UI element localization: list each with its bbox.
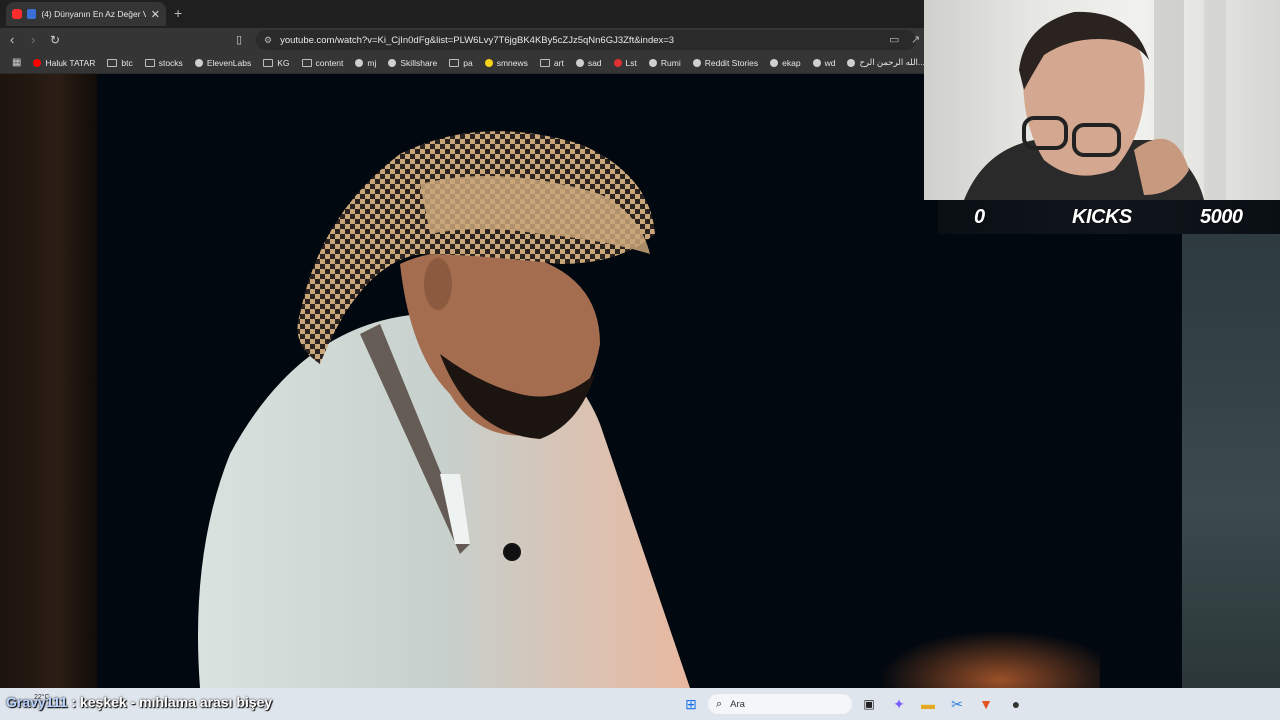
chat-text: keşkek - mıhlama arası bişey (79, 694, 273, 710)
bookmark-label: ElevenLabs (206, 57, 252, 68)
webcam-feed (924, 0, 1280, 200)
bookmark-label: stocks (158, 57, 183, 68)
kicks-label: KICKS (1072, 205, 1132, 228)
bookmarks-bar: ▦ Haluk TATAR btc stocks ElevenLabs KG conten… (0, 52, 924, 74)
doc-icon (847, 58, 856, 67)
chat-message: Gravy111 : keşkek - mıhlama arası bişey (6, 694, 272, 710)
bookmark-label: pa (463, 57, 473, 68)
snipping-tool-icon[interactable]: ✂ (948, 695, 966, 713)
bookmark-label: KG (277, 57, 290, 68)
stream-screen: (4) Dünyanın En Az Değer Ver ✕ + ‹ › ↻ ▯… (0, 0, 1280, 720)
wordpress-icon (812, 58, 821, 67)
youtube-icon (33, 58, 42, 67)
bookmark-item[interactable]: KG (257, 58, 295, 68)
reload-button[interactable]: ↻ (50, 32, 60, 48)
browser-tab[interactable]: (4) Dünyanın En Az Değer Ver ✕ (6, 2, 166, 26)
chat-username: Gravy111 (6, 694, 68, 710)
bookmark-label: wd (824, 57, 836, 68)
bookmark-item[interactable]: Skillshare (382, 58, 443, 68)
apps-icon[interactable]: ▦ (6, 57, 27, 68)
task-view-icon[interactable]: ▣ (860, 695, 878, 713)
bookmark-label: الله الرحمن الرح... (859, 57, 924, 67)
file-explorer-icon[interactable]: ▬ (919, 695, 937, 713)
bookmark-label: content (315, 57, 344, 68)
background-wall (1182, 234, 1280, 688)
audio-icon (26, 9, 37, 19)
bookmark-item[interactable]: ekap (764, 58, 806, 68)
globe-icon (648, 58, 657, 67)
back-button[interactable]: ‹ (10, 32, 14, 48)
smiley-icon (484, 58, 493, 67)
s-icon (613, 58, 622, 67)
bookmark-label: ekap (782, 57, 801, 68)
reddit-icon (692, 58, 701, 67)
bookmark-label: art (553, 57, 564, 68)
bookmark-item[interactable]: pa (443, 58, 478, 68)
copilot-icon[interactable]: ✦ (890, 695, 908, 713)
folder-icon (539, 58, 550, 67)
bookmark-item[interactable]: Lst (608, 58, 643, 68)
bookmark-icon[interactable]: ▯ (236, 32, 242, 48)
folder-icon (301, 58, 312, 67)
slash-icon (575, 58, 584, 67)
new-tab-button[interactable]: + (174, 5, 182, 21)
tab-title: (4) Dünyanın En Az Değer Ver (41, 9, 146, 19)
folder-icon (144, 58, 155, 67)
close-icon[interactable]: ✕ (151, 8, 160, 21)
bookmark-item[interactable]: content (296, 58, 350, 68)
folder-icon (449, 58, 460, 67)
bookmark-item[interactable]: art (534, 58, 570, 68)
folder-icon (263, 58, 274, 67)
bookmark-item[interactable]: btc (101, 58, 138, 68)
chat-separator: : (67, 694, 80, 710)
browser-toolbar: ‹ › ↻ ▯ ⚙ youtube.com/watch?v=Ki_CjIn0dF… (0, 28, 924, 52)
bookmark-item[interactable]: stocks (139, 58, 189, 68)
bookmark-label: Rumi (660, 57, 681, 68)
bookmark-label: btc (121, 57, 133, 68)
bookmark-item[interactable]: Rumi (643, 58, 687, 68)
bookmark-label: Reddit Stories (704, 57, 759, 68)
bookmark-item[interactable]: wd (807, 58, 842, 68)
windows-start-icon[interactable]: ⊞ (682, 695, 700, 713)
forward-button[interactable]: › (31, 32, 35, 48)
search-placeholder: Ara (730, 698, 745, 710)
elevenlabs-icon (194, 58, 203, 67)
bookmark-label: Haluk TATAR (45, 57, 96, 68)
address-bar[interactable]: ⚙ youtube.com/watch?v=Ki_CjIn0dFg&list=P… (256, 30, 916, 50)
bookmark-label: Skillshare (400, 57, 438, 68)
bookmark-label: Lst (625, 57, 637, 68)
share-icon[interactable]: ↗ (911, 33, 920, 46)
browser-tab-bar: (4) Dünyanın En Az Değer Ver ✕ + (0, 0, 924, 28)
bookmark-item[interactable]: smnews (479, 58, 534, 68)
bookmark-label: sad (587, 57, 602, 68)
kicks-left-value: 0 (974, 205, 985, 228)
url-text: youtube.com/watch?v=Ki_CjIn0dFg&list=PLW… (280, 34, 675, 46)
obs-icon[interactable]: ● (1007, 695, 1025, 713)
folder-icon (107, 58, 118, 67)
bookmark-item[interactable]: الله الرحمن الرح... (841, 57, 924, 68)
kicks-right-value: 5000 (1200, 205, 1243, 228)
bookmark-item[interactable]: sad (570, 58, 608, 68)
bookmark-item[interactable]: Reddit Stories (687, 58, 764, 68)
brave-browser-icon[interactable]: ▼ (977, 695, 995, 713)
kicks-overlay: 0 KICKS 5000 (938, 200, 1280, 234)
taskbar-search[interactable]: ⌕ Ara (708, 694, 852, 714)
bird-icon (770, 58, 779, 67)
github-icon (355, 58, 364, 67)
bookmark-label: smnews (496, 57, 528, 68)
youtube-icon (12, 9, 22, 19)
bookmark-item[interactable]: mj (349, 58, 382, 68)
site-info-icon[interactable]: ⚙ (264, 35, 272, 46)
bookmark-item[interactable]: ElevenLabs (189, 58, 257, 68)
cast-icon[interactable]: ▭ (889, 33, 899, 46)
bookmark-item[interactable]: Haluk TATAR (27, 58, 101, 68)
search-icon: ⌕ (716, 697, 723, 710)
bookmark-label: mj (367, 57, 377, 68)
skillshare-icon (388, 58, 397, 67)
